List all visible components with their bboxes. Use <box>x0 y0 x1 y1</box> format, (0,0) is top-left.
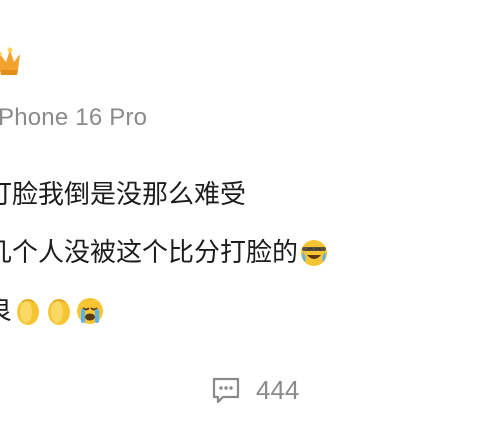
comment-button[interactable]: 444 <box>210 374 299 406</box>
post-card: Phone 16 Pro 打脸我倒是没那么难受 几个人没被这个比分打脸的 良 <box>0 0 500 440</box>
crying-emoji-icon <box>75 296 105 326</box>
comment-text-3: 良 <box>0 291 12 331</box>
comment-text-1: 打脸我倒是没那么难受 <box>0 180 247 210</box>
comment-line-3: 良 <box>0 282 329 340</box>
clap-emoji-icon <box>44 296 74 326</box>
comment-line-2: 几个人没被这个比分打脸的 <box>0 224 329 282</box>
device-label: Phone 16 Pro <box>0 104 148 131</box>
comment-bubble-icon[interactable] <box>210 374 242 406</box>
laugh-cry-emoji-icon <box>299 238 329 268</box>
comment-body: 打脸我倒是没那么难受 几个人没被这个比分打脸的 良 <box>0 166 329 340</box>
clap-emoji-icon <box>13 296 43 326</box>
comment-count[interactable]: 444 <box>256 375 299 406</box>
comment-text-2: 几个人没被这个比分打脸的 <box>0 238 299 268</box>
comment-line-1: 打脸我倒是没那么难受 <box>0 166 329 224</box>
crown-icon <box>0 44 20 78</box>
